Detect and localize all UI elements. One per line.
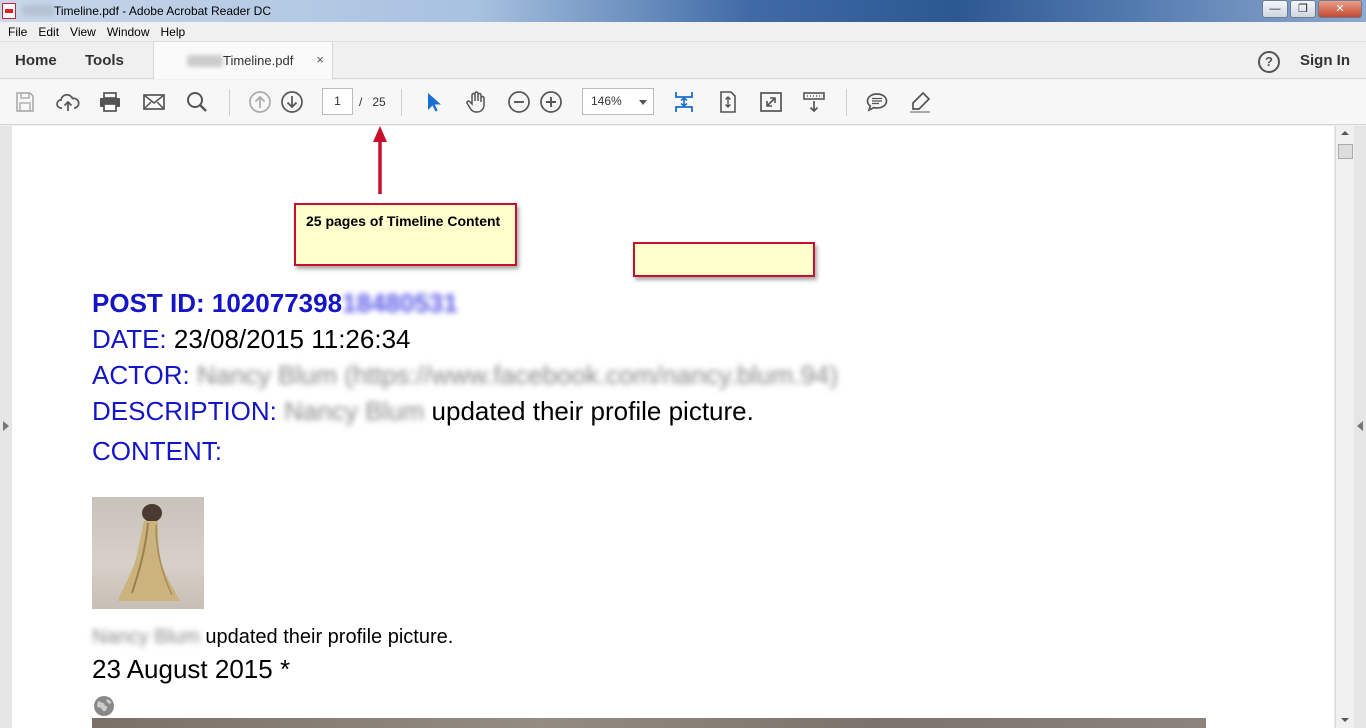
hand-tool-icon[interactable] <box>464 90 488 114</box>
close-tab-icon[interactable]: × <box>316 52 324 67</box>
profile-picture-image <box>92 497 204 609</box>
menu-bar: File Edit View Window Help <box>0 22 1366 42</box>
actor-label: ACTOR: <box>92 360 190 390</box>
read-mode-icon[interactable] <box>802 90 826 114</box>
select-cursor-icon[interactable] <box>421 90 445 114</box>
minimize-button[interactable]: — <box>1262 0 1288 18</box>
fit-page-icon[interactable] <box>716 90 740 114</box>
globe-icon <box>94 696 114 716</box>
tab-document[interactable]: Timeline.pdf × <box>153 42 333 79</box>
close-window-button[interactable]: ✕ <box>1318 0 1362 18</box>
date-label: DATE: <box>92 324 167 354</box>
next-page-icon[interactable] <box>280 90 304 114</box>
tab-tools[interactable]: Tools <box>85 52 124 69</box>
chevron-down-icon <box>639 100 647 105</box>
description-text: updated their profile picture. <box>424 396 754 426</box>
window-controls: — ❐ ✕ <box>1262 0 1362 18</box>
document-view: 25 pages of Timeline Content POST ID: 10… <box>0 126 1366 728</box>
redacted-filename <box>187 55 223 67</box>
print-icon[interactable] <box>98 90 122 114</box>
description-redacted: Nancy Blum <box>284 396 425 426</box>
total-pages: 25 <box>372 95 386 109</box>
menu-window[interactable]: Window <box>107 25 150 39</box>
date-value: 23/08/2015 11:26:34 <box>166 324 411 354</box>
scrollbar-thumb[interactable] <box>1338 144 1353 159</box>
page-count: / 25 <box>359 95 386 109</box>
scroll-down-icon[interactable] <box>1341 718 1349 722</box>
actor-redacted: Nancy Blum (https://www.facebook.com/nan… <box>197 360 839 390</box>
caption-redacted: Nancy Blum <box>92 626 200 648</box>
zoom-level-dropdown[interactable]: 146% <box>582 88 654 115</box>
content-label: CONTENT: <box>92 436 222 466</box>
post-date: 23 August 2015 * <box>92 654 291 684</box>
post-caption: Nancy Blum updated their profile picture… <box>92 626 453 649</box>
document-tab-label: Timeline.pdf <box>223 53 294 68</box>
actor-line: ACTOR: Nancy Blum (https://www.facebook.… <box>92 360 838 391</box>
title-bar: Timeline.pdf - Adobe Acrobat Reader DC —… <box>0 0 1366 22</box>
vertical-scrollbar[interactable] <box>1335 126 1354 728</box>
toolbar: 1 / 25 146% <box>0 80 1366 125</box>
redacted-filename <box>22 5 54 16</box>
previous-page-icon[interactable] <box>248 90 272 114</box>
pdf-page: 25 pages of Timeline Content POST ID: 10… <box>12 126 1334 728</box>
left-pane-toggle-icon[interactable] <box>3 421 9 431</box>
zoom-level-value: 146% <box>591 94 622 108</box>
save-icon[interactable] <box>13 90 37 114</box>
toolbar-divider <box>401 89 402 116</box>
dress-image <box>118 504 180 601</box>
sign-in-link[interactable]: Sign In <box>1300 52 1350 69</box>
cloud-upload-icon[interactable] <box>56 90 80 114</box>
post-id-label: POST ID: <box>92 288 212 318</box>
post-id-value: 102077398 <box>211 288 343 318</box>
search-icon[interactable] <box>185 90 209 114</box>
scrolling-mode-icon[interactable] <box>672 90 696 114</box>
post-image <box>92 718 1206 728</box>
page-number-input[interactable]: 1 <box>322 88 353 115</box>
right-pane-toggle-icon[interactable] <box>1357 421 1363 431</box>
zoom-out-icon[interactable] <box>507 90 531 114</box>
toolbar-divider <box>229 89 230 116</box>
menu-help[interactable]: Help <box>161 25 186 39</box>
callout-note[interactable]: 25 pages of Timeline Content <box>294 203 517 266</box>
caption-text: updated their profile picture. <box>199 626 454 648</box>
window-title: Timeline.pdf - Adobe Acrobat Reader DC <box>54 4 272 18</box>
help-icon[interactable]: ? <box>1258 51 1280 73</box>
comment-icon[interactable] <box>865 90 889 114</box>
scroll-up-icon[interactable] <box>1341 131 1349 135</box>
post-id-line: POST ID: 10207739818480531 <box>92 288 458 319</box>
tab-home[interactable]: Home <box>15 52 57 69</box>
menu-edit[interactable]: Edit <box>38 25 59 39</box>
description-label: DESCRIPTION: <box>92 396 277 426</box>
email-icon[interactable] <box>142 90 166 114</box>
toolbar-divider <box>846 89 847 116</box>
menu-view[interactable]: View <box>70 25 96 39</box>
description-line: DESCRIPTION: Nancy Blum updated their pr… <box>92 396 754 427</box>
zoom-in-icon[interactable] <box>539 90 563 114</box>
annotation-arrow-icon <box>373 126 387 194</box>
full-screen-icon[interactable] <box>759 90 783 114</box>
post-id-redacted: 18480531 <box>342 288 458 318</box>
acrobat-app-icon <box>2 3 16 19</box>
date-line: DATE: 23/08/2015 11:26:34 <box>92 324 411 355</box>
maximize-button[interactable]: ❐ <box>1290 0 1316 18</box>
menu-file[interactable]: File <box>8 25 27 39</box>
tab-bar: Home Tools Timeline.pdf × ? Sign In <box>0 42 1366 79</box>
page-separator: / <box>359 95 363 109</box>
highlight-pen-icon[interactable] <box>908 90 932 114</box>
empty-note[interactable] <box>633 242 815 277</box>
